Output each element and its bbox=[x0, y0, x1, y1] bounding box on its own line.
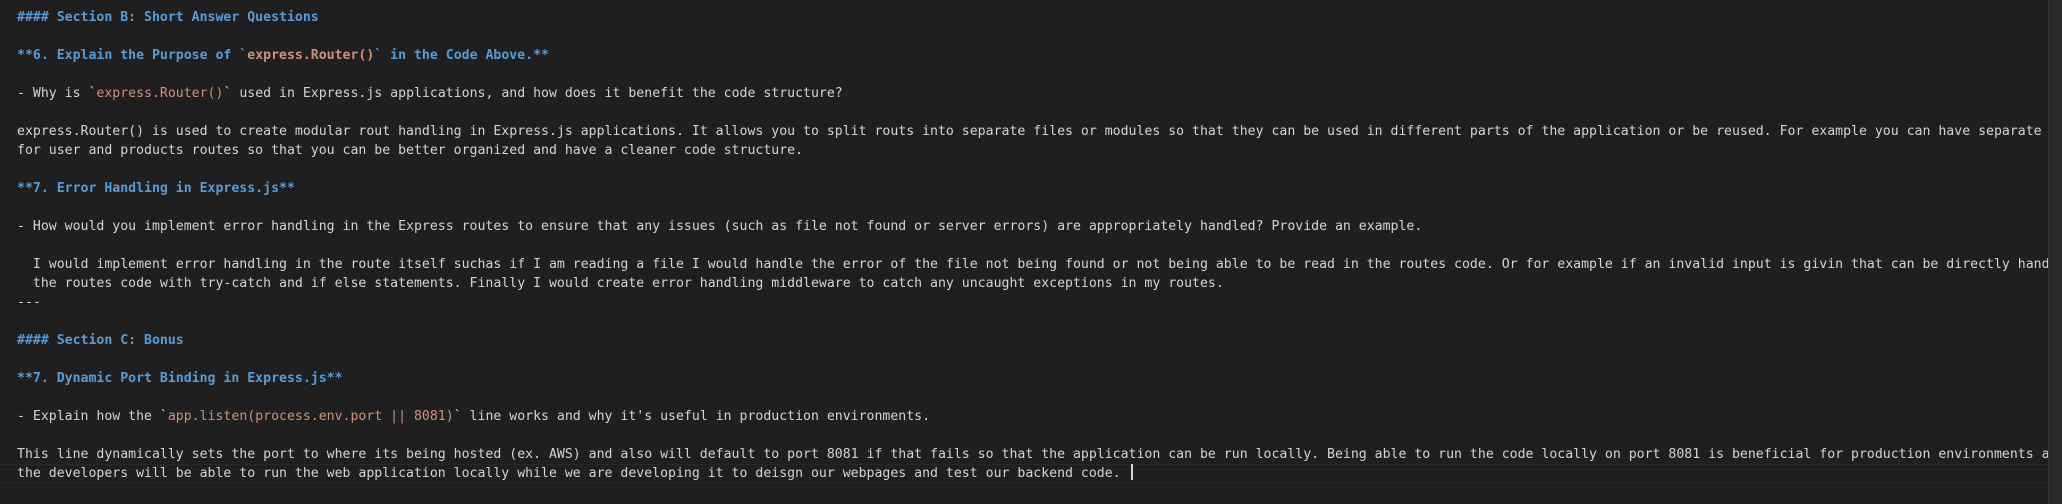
question-6-code: express.Router() bbox=[247, 48, 375, 63]
markdown-editor[interactable]: #### Section B: Short Answer Questions *… bbox=[0, 0, 2062, 504]
answer-6-line-2: for user and products routes so that you… bbox=[17, 143, 804, 158]
answer-6-line-1: express.Router() is used to create modul… bbox=[17, 124, 2062, 139]
bonus-question-heading: **7. Dynamic Port Binding in Express.js*… bbox=[17, 371, 343, 386]
section-c-heading: #### Section C: Bonus bbox=[17, 333, 184, 348]
question-6-prompt-suffix: ` used in Express.js applications, and h… bbox=[223, 86, 843, 101]
bonus-question-prompt: - Explain how the `app.listen(process.en… bbox=[17, 407, 930, 426]
question-6-prompt-prefix: - Why is ` bbox=[17, 86, 97, 101]
question-7-prompt: - How would you implement error handling… bbox=[17, 219, 1423, 234]
bonus-answer-line-2: the developers will be able to run the w… bbox=[17, 464, 1133, 483]
bonus-prompt-code: app.listen(process.env.port || 8081) bbox=[167, 409, 454, 424]
scrollbar-thumb[interactable] bbox=[2048, 0, 2062, 504]
horizontal-rule: --- bbox=[17, 295, 41, 310]
answer-7-line-1: I would implement error handling in the … bbox=[17, 257, 2062, 272]
question-6-prompt-code: express.Router() bbox=[96, 86, 224, 101]
text-cursor bbox=[1130, 464, 1133, 480]
question-7-heading: **7. Error Handling in Express.js** bbox=[17, 181, 295, 196]
bonus-answer-line-2-text: the developers will be able to run the w… bbox=[17, 466, 1129, 481]
section-b-heading: #### Section B: Short Answer Questions bbox=[17, 10, 319, 25]
question-6-prompt: - Why is `express.Router()` used in Expr… bbox=[17, 84, 843, 103]
question-6-heading: **6. Explain the Purpose of `express.Rou… bbox=[17, 46, 549, 65]
bonus-prompt-prefix: - Explain how the ` bbox=[17, 409, 168, 424]
vertical-scrollbar[interactable] bbox=[2048, 0, 2062, 504]
bonus-answer-line-1: This line dynamically sets the port to w… bbox=[17, 447, 2062, 462]
question-6-heading-prefix: **6. Explain the Purpose of ` bbox=[17, 48, 248, 63]
answer-7-line-2: the routes code with try-catch and if el… bbox=[17, 276, 1224, 291]
bonus-prompt-suffix: ` line works and why it's useful in prod… bbox=[453, 409, 931, 424]
question-6-heading-suffix: ` in the Code Above.** bbox=[374, 48, 549, 63]
